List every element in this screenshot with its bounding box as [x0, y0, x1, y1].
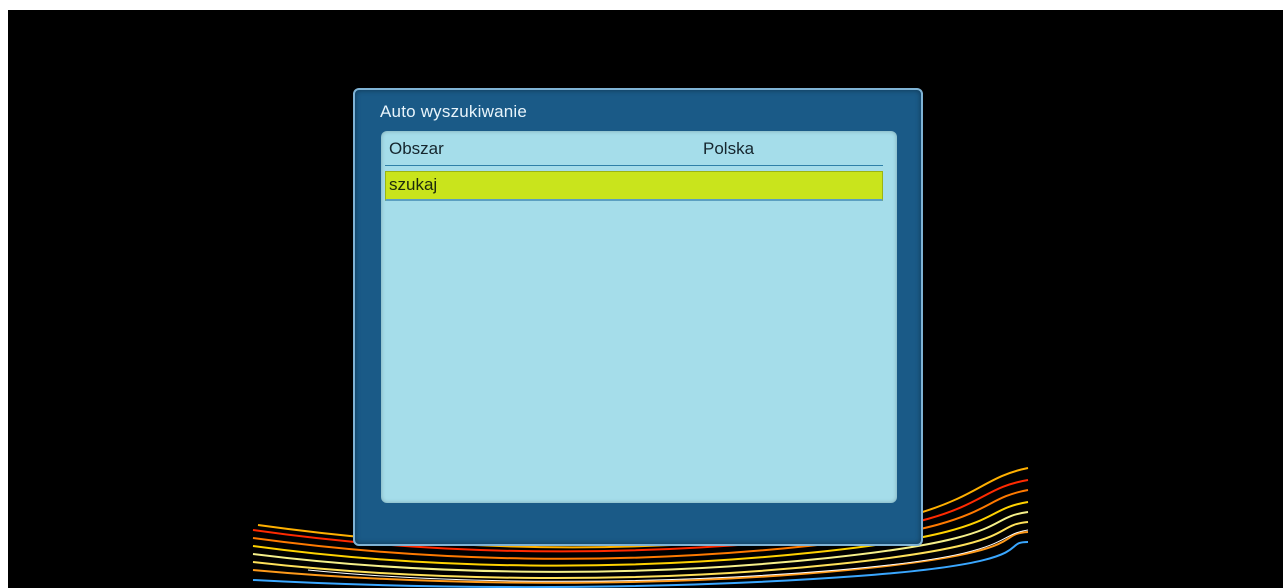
tv-screen: Auto wyszukiwanie Obszar Polska szukaj	[8, 10, 1283, 588]
auto-search-dialog: Auto wyszukiwanie Obszar Polska szukaj	[353, 88, 923, 546]
search-row[interactable]: szukaj	[385, 171, 883, 201]
region-value: Polska	[703, 139, 755, 158]
search-label: szukaj	[389, 175, 438, 194]
dialog-title: Auto wyszukiwanie	[380, 102, 528, 121]
region-label: Obszar	[389, 139, 444, 158]
region-row[interactable]: Obszar Polska	[385, 135, 883, 166]
settings-panel: Obszar Polska szukaj	[381, 131, 897, 503]
